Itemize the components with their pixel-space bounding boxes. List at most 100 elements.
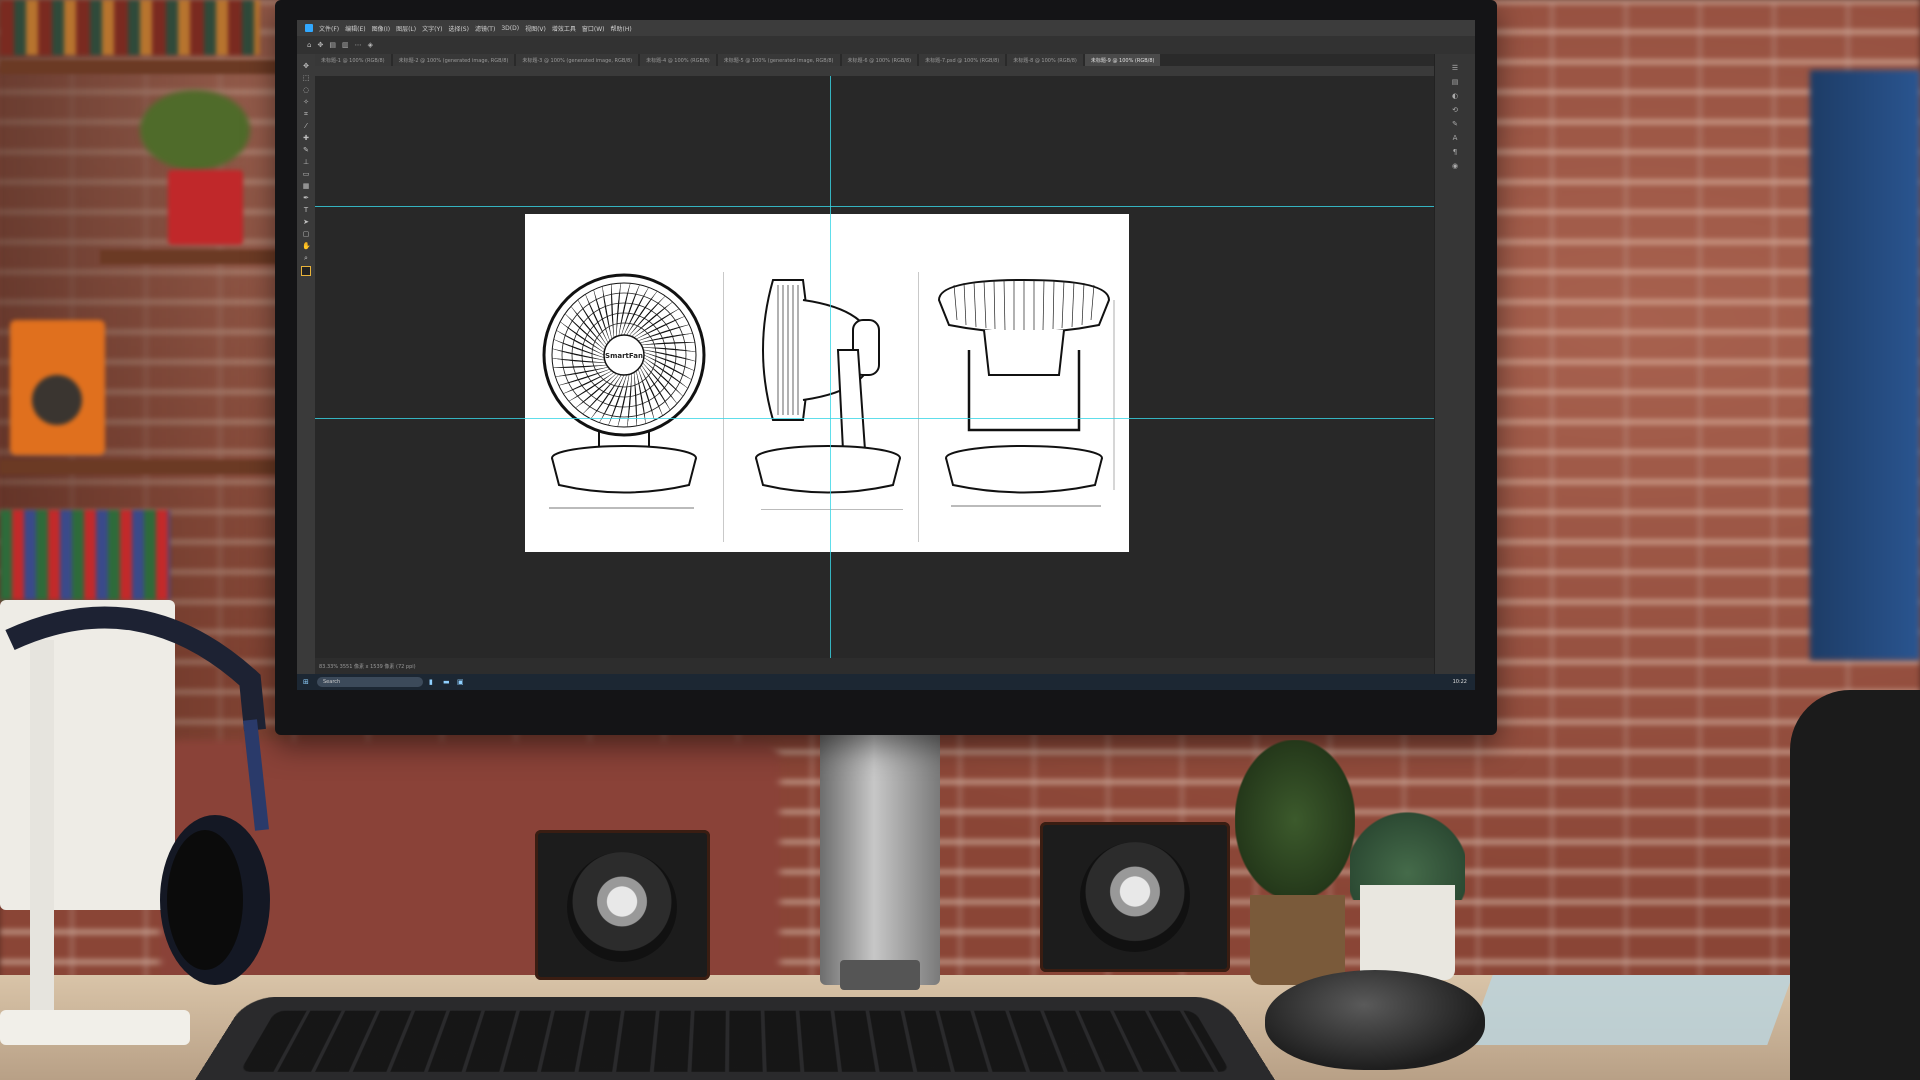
stamp-tool-icon[interactable]: ⊥ — [302, 158, 310, 166]
shelf-board — [0, 60, 280, 74]
menu-item[interactable]: 图层(L) — [396, 24, 416, 33]
menu-bar: 文件(F) 编辑(E) 图像(I) 图层(L) 文字(Y) 选择(S) 滤镜(T… — [297, 20, 1475, 36]
layers-icon[interactable]: ☰ — [1452, 64, 1458, 72]
distribute-icon[interactable]: ▥ — [342, 41, 349, 49]
left-speaker — [535, 830, 710, 980]
grille-spoke — [643, 349, 696, 362]
eyedropper-icon[interactable]: ⁄ — [302, 122, 310, 130]
menu-item[interactable]: 文字(Y) — [422, 24, 442, 33]
guide-line[interactable] — [315, 206, 1435, 207]
menu-item[interactable]: 图像(I) — [372, 24, 390, 33]
gradient-icon[interactable]: ▦ — [302, 182, 310, 190]
grille-spoke — [611, 284, 615, 338]
move-tool-icon[interactable]: ✥ — [302, 62, 310, 70]
menu-item[interactable]: 增效工具 — [552, 24, 576, 33]
folder-icon[interactable]: ▬ — [443, 678, 451, 686]
grille-spoke — [641, 342, 695, 346]
guide-line[interactable] — [315, 418, 1435, 419]
type-tool-icon[interactable]: T — [302, 206, 310, 214]
fan-side-view — [755, 279, 903, 510]
topiary-plant — [1235, 740, 1355, 900]
menu-item[interactable]: 滤镜(T) — [475, 24, 495, 33]
succulent-pot — [1360, 885, 1455, 980]
zoom-tool-icon[interactable]: ⌕ — [302, 254, 310, 262]
blue-panel — [1810, 70, 1920, 660]
menu-item[interactable]: 3D(D) — [501, 25, 519, 32]
grille-spoke — [553, 364, 607, 368]
document-tab-active[interactable]: 未标题-9 @ 100% (RGB/8) — [1084, 54, 1161, 66]
document-tab[interactable]: 未标题-7.psd @ 100% (RGB/8) — [919, 54, 1006, 66]
status-bar: 83.33% 3551 像素 x 1539 像素 (72 ppi) — [315, 658, 1435, 674]
magic-wand-icon[interactable]: ✧ — [302, 98, 310, 106]
divider-line — [723, 272, 724, 542]
photo-scene: 文件(F) 编辑(E) 图像(I) 图层(L) 文字(Y) 选择(S) 滤镜(T… — [0, 0, 1920, 1080]
taskbar-search[interactable]: Search — [317, 677, 423, 687]
crop-tool-icon[interactable]: ⌗ — [302, 110, 310, 118]
swatches-icon[interactable]: ◉ — [1452, 162, 1458, 170]
canvas-area[interactable]: SmartFan — [315, 76, 1435, 658]
history-icon[interactable]: ⟲ — [1452, 106, 1458, 114]
brush-panel-icon[interactable]: ✎ — [1452, 120, 1458, 128]
document-tab[interactable]: 未标题-1 @ 100% (RGB/8) — [315, 54, 391, 66]
document-tab[interactable]: 未标题-4 @ 100% (RGB/8) — [640, 54, 716, 66]
orange-speaker — [10, 320, 105, 455]
shape-tool-icon[interactable]: ▢ — [302, 230, 310, 238]
keyboard — [195, 997, 1275, 1080]
color-swatch-icon[interactable] — [301, 266, 311, 276]
monitor-stand-base — [840, 960, 920, 990]
eraser-icon[interactable]: ▭ — [302, 170, 310, 178]
menu-item[interactable]: 编辑(E) — [345, 24, 365, 33]
document-tab[interactable]: 未标题-5 @ 100% (generated image, RGB/8) — [717, 54, 840, 66]
shelf-board — [0, 460, 280, 474]
hand-tool-icon[interactable]: ✋ — [302, 242, 311, 250]
plant — [140, 90, 250, 170]
menu-item[interactable]: 视图(V) — [525, 24, 546, 33]
brush-tool-icon[interactable]: ✎ — [302, 146, 310, 154]
document-tab[interactable]: 未标题-8 @ 100% (RGB/8) — [1007, 54, 1083, 66]
path-select-icon[interactable]: ➤ — [302, 218, 310, 226]
clock: 10:22 — [1452, 679, 1467, 685]
document-tab[interactable]: 未标题-6 @ 100% (RGB/8) — [841, 54, 918, 66]
align-icon[interactable]: ▤ — [329, 41, 336, 49]
document-canvas[interactable]: SmartFan — [525, 214, 1129, 552]
healing-brush-icon[interactable]: ✚ — [302, 134, 310, 142]
guide-line[interactable] — [830, 76, 831, 658]
toolbar: ✥ ⬚ ◌ ✧ ⌗ ⁄ ✚ ✎ ⊥ ▭ ▦ ✒ T ➤ ▢ ✋ ⌕ — [297, 54, 316, 674]
app-icon[interactable]: ▮ — [429, 678, 437, 686]
grille-spoke — [643, 359, 684, 397]
marquee-tool-icon[interactable]: ⬚ — [302, 74, 310, 82]
adjustments-icon[interactable]: ◐ — [1452, 92, 1458, 100]
document-tab[interactable]: 未标题-2 @ 100% (generated image, RGB/8) — [392, 54, 515, 66]
3d-icon[interactable]: ◈ — [368, 41, 373, 49]
menu-item[interactable]: 帮助(H) — [611, 24, 632, 33]
grille-spoke — [582, 374, 620, 415]
lasso-tool-icon[interactable]: ◌ — [302, 86, 310, 94]
fan-front-view: SmartFan — [542, 273, 706, 509]
photoshop-logo-icon — [305, 24, 313, 32]
menu-item[interactable]: 文件(F) — [319, 24, 339, 33]
pen-tool-icon[interactable]: ✒ — [302, 194, 310, 202]
document-tabs: 未标题-1 @ 100% (RGB/8) 未标题-2 @ 100% (gener… — [315, 54, 1435, 66]
red-pot — [168, 170, 243, 245]
horizontal-ruler — [315, 66, 1435, 76]
move-tool-icon[interactable]: ✥ — [317, 41, 323, 49]
character-icon[interactable]: A — [1453, 134, 1458, 142]
grille-spoke — [552, 348, 605, 361]
properties-icon[interactable]: ▤ — [1452, 78, 1459, 86]
speaker-cone — [567, 852, 677, 962]
chair — [1790, 690, 1920, 1080]
photoshop-task-icon[interactable]: ▣ — [457, 678, 465, 686]
paragraph-icon[interactable]: ¶ — [1453, 148, 1457, 156]
mouse — [1265, 970, 1485, 1070]
monitor-stand — [820, 725, 940, 985]
menu-item[interactable]: 选择(S) — [448, 24, 469, 33]
taskbar: ⊞ Search ▮ ▬ ▣ 10:22 — [297, 674, 1475, 690]
document-tab[interactable]: 未标题-3 @ 100% (generated image, RGB/8) — [516, 54, 639, 66]
more-icon[interactable]: ⋯ — [355, 41, 362, 49]
menu-item[interactable]: 窗口(W) — [582, 24, 605, 33]
headphones — [5, 606, 270, 985]
right-speaker — [1040, 822, 1230, 972]
keyboard-keys — [239, 1010, 1231, 1072]
start-icon[interactable]: ⊞ — [303, 678, 311, 686]
home-icon[interactable]: ⌂ — [307, 41, 311, 49]
